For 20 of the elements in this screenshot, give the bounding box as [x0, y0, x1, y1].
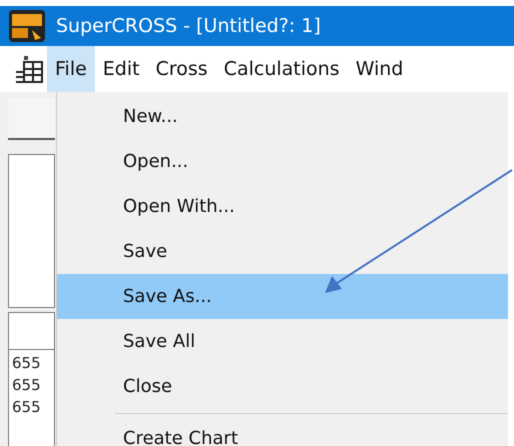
menu-item[interactable]: Edit	[94, 46, 148, 92]
menu-option[interactable]: Close	[57, 364, 508, 409]
window-title: SuperCROSS - [Untitled?: 1]	[56, 14, 321, 39]
menu-item[interactable]: Cross	[148, 46, 216, 92]
menu-item[interactable]: File	[47, 46, 95, 92]
menu-item[interactable]: Wind	[348, 46, 412, 92]
menu-option[interactable]: Save As...	[57, 274, 508, 319]
toolbar-button[interactable]	[8, 98, 55, 140]
list-value: 655	[11, 353, 42, 374]
menu-option[interactable]: Save	[57, 229, 508, 274]
menu-option[interactable]: Save All	[57, 319, 508, 364]
list-value: 655	[11, 397, 42, 418]
list-value: 655	[11, 375, 42, 396]
menu-option[interactable]: Create Chart	[57, 416, 508, 446]
app-icon	[8, 8, 46, 44]
menu-option[interactable]: Open With...	[57, 184, 508, 229]
menu-option[interactable]: Open...	[57, 139, 508, 184]
menu-option[interactable]: New...	[57, 94, 508, 139]
window-menu-icon[interactable]	[14, 54, 46, 84]
menu-item[interactable]: Calculations	[216, 46, 348, 92]
